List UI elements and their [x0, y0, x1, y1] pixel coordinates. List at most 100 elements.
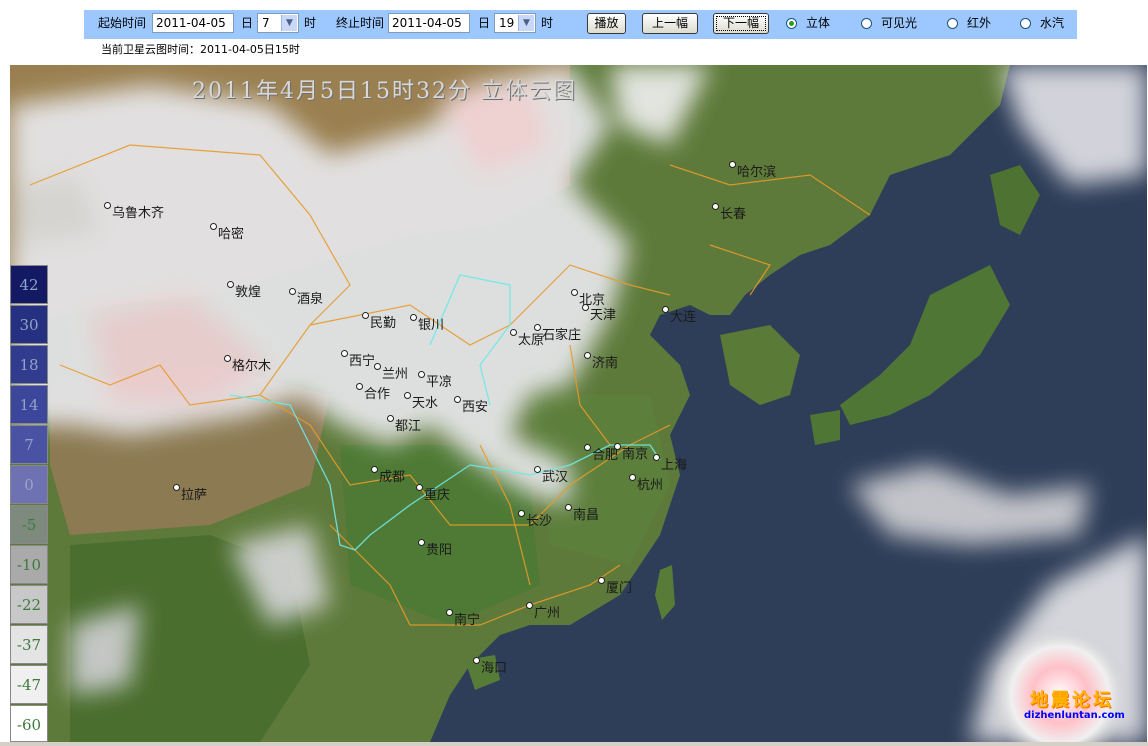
- map-title: 2011年4月5日15时32分 立体云图: [192, 79, 577, 104]
- city-name: 南宁: [454, 613, 481, 628]
- city-name: 民勤: [370, 316, 397, 331]
- city-name: 西宁: [349, 354, 376, 369]
- end-hour-select[interactable]: 19 ▼: [494, 13, 536, 33]
- city-name: 哈尔滨: [737, 165, 777, 180]
- mode-radio-stereo[interactable]: [786, 18, 797, 29]
- city-dot-icon: [629, 474, 636, 481]
- city-dot-icon: [104, 202, 111, 209]
- city-name: 杭州: [637, 478, 664, 493]
- city-name: 南昌: [573, 508, 600, 523]
- city-dot-icon: [584, 444, 591, 451]
- city-label: 合肥: [584, 444, 618, 463]
- city-dot-icon: [289, 288, 296, 295]
- start-time-label: 起始时间: [98, 16, 147, 30]
- horizontal-scrollbar[interactable]: [0, 742, 1148, 746]
- city-label: 格尔木: [224, 355, 271, 374]
- satellite-cloud-image: 2011年4月5日15时32分 立体云图 乌鲁木齐 哈密 敦煌 酒泉 格尔木 民…: [10, 65, 1147, 742]
- city-label: 天水: [404, 392, 438, 411]
- city-dot-icon: [534, 324, 541, 331]
- city-dot-icon: [582, 304, 589, 311]
- city-dot-icon: [598, 577, 605, 584]
- city-label: 乌鲁木齐: [104, 202, 164, 221]
- city-name: 上海: [661, 458, 688, 473]
- city-label: 民勤: [362, 312, 396, 331]
- city-dot-icon: [224, 355, 231, 362]
- city-dot-icon: [454, 396, 461, 403]
- play-button[interactable]: 播放: [587, 13, 626, 34]
- city-dot-icon: [653, 454, 660, 461]
- city-name: 长沙: [526, 514, 553, 529]
- prev-frame-button[interactable]: 上一幅: [642, 13, 698, 34]
- city-label: 杭州: [629, 474, 663, 493]
- city-label: 合作: [356, 383, 390, 402]
- mode-label-infrared[interactable]: 红外: [967, 16, 991, 30]
- mode-label-stereo[interactable]: 立体: [806, 16, 830, 30]
- city-label: 武汉: [534, 466, 568, 485]
- start-day-unit: 日: [241, 16, 254, 30]
- city-name: 重庆: [424, 488, 451, 503]
- city-label: 济南: [584, 352, 618, 371]
- city-label: 哈尔滨: [729, 161, 776, 180]
- city-label: 大连: [662, 306, 696, 325]
- chevron-down-icon[interactable]: ▼: [518, 15, 534, 31]
- city-name: 济南: [592, 356, 619, 371]
- city-name: 武汉: [542, 470, 569, 485]
- city-label: 广州: [526, 602, 560, 621]
- city-name: 格尔木: [232, 359, 272, 374]
- start-date-input[interactable]: 2011-04-05: [152, 13, 234, 33]
- city-name: 拉萨: [181, 488, 208, 503]
- legend-cell: -47: [10, 665, 48, 704]
- mode-radio-infrared[interactable]: [947, 18, 958, 29]
- city-name: 贵阳: [426, 543, 453, 558]
- end-date-input[interactable]: 2011-04-05: [388, 13, 470, 33]
- city-dot-icon: [571, 289, 578, 296]
- city-dot-icon: [416, 484, 423, 491]
- city-label: 兰州: [374, 363, 408, 382]
- city-name: 天津: [590, 308, 617, 323]
- mode-radio-water-vapor[interactable]: [1020, 18, 1031, 29]
- mode-radio-visible[interactable]: [861, 18, 872, 29]
- city-name: 厦门: [606, 581, 633, 596]
- end-hour-unit: 时: [541, 16, 554, 30]
- city-label: 上海: [653, 454, 687, 473]
- city-label: 银川: [410, 314, 444, 333]
- city-dot-icon: [362, 312, 369, 319]
- city-label: 敦煌: [227, 281, 261, 300]
- legend-cell: -5: [10, 505, 48, 544]
- city-label: 长春: [712, 203, 746, 222]
- city-label: 拉萨: [173, 484, 207, 503]
- city-label: 南宁: [446, 609, 480, 628]
- city-dot-icon: [712, 203, 719, 210]
- city-label: 厦门: [598, 577, 632, 596]
- city-name: 南京: [622, 447, 649, 462]
- legend-cell: 18: [10, 345, 48, 384]
- city-label: 平凉: [418, 371, 452, 390]
- legend-cell: -37: [10, 625, 48, 664]
- legend-cell: 0: [10, 465, 48, 504]
- city-label: 成都: [371, 466, 405, 485]
- mode-label-water-vapor[interactable]: 水汽: [1040, 16, 1064, 30]
- city-dot-icon: [210, 223, 217, 230]
- city-label: 西宁: [341, 350, 375, 369]
- city-label: 南昌: [565, 504, 599, 523]
- chevron-down-icon[interactable]: ▼: [281, 15, 297, 31]
- city-name: 天水: [412, 396, 439, 411]
- city-name: 广州: [534, 606, 561, 621]
- city-dot-icon: [614, 443, 621, 450]
- city-dot-icon: [371, 466, 378, 473]
- legend-cell: 42: [10, 265, 48, 304]
- color-scale-legend: 42 30 18 14 7 0 -5 -10 -22 -37 -47 -60: [10, 265, 48, 742]
- watermark-logo: 地震论坛: [1030, 690, 1114, 711]
- city-name: 石家庄: [542, 328, 582, 343]
- next-frame-button[interactable]: 下一幅: [713, 13, 769, 34]
- city-label: 石家庄: [534, 324, 581, 343]
- mode-label-visible[interactable]: 可见光: [881, 16, 917, 30]
- city-name: 敦煌: [235, 285, 262, 300]
- legend-cell: -60: [10, 705, 48, 742]
- city-dot-icon: [387, 415, 394, 422]
- city-dot-icon: [446, 609, 453, 616]
- start-hour-select[interactable]: 7 ▼: [257, 13, 299, 33]
- current-image-time: 当前卫星云图时间：2011-04-05日15时: [101, 43, 300, 56]
- city-name: 哈密: [218, 227, 245, 242]
- city-label: 海口: [473, 657, 507, 676]
